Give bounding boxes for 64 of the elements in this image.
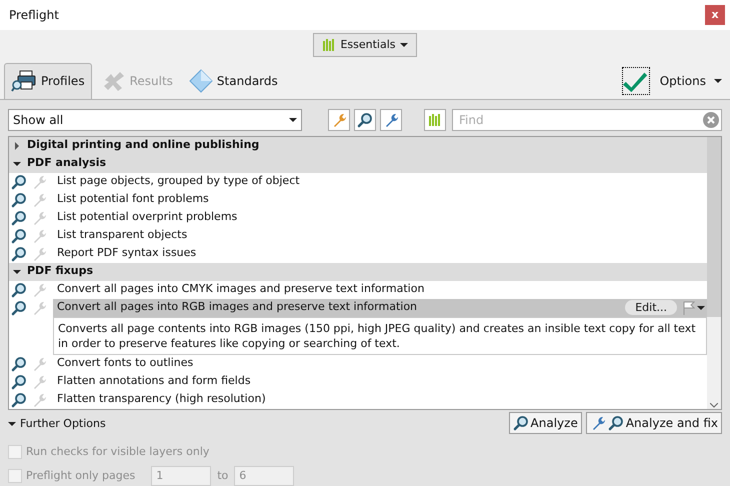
group-header[interactable]: Digital printing and online publishing [9, 136, 707, 154]
magnifier-icon [357, 112, 373, 128]
profile-item[interactable]: Convert all pages into CMYK images and preserve text information [53, 280, 707, 298]
checkmark-icon[interactable] [622, 66, 650, 94]
analyze-fix-button[interactable]: Analyze and fix [586, 412, 722, 434]
magnifier-icon [11, 356, 27, 372]
magnifier-icon [512, 414, 529, 430]
profile-item[interactable]: Convert fonts to outlines [53, 354, 707, 372]
mode-button[interactable]: Essentials [313, 33, 417, 57]
group-header[interactable]: PDF analysis [9, 154, 707, 172]
caret-icon [13, 160, 21, 168]
scroll-down-icon[interactable] [710, 402, 718, 408]
printer-icon [11, 69, 37, 93]
magnifier-icon [11, 210, 27, 226]
caret-icon [289, 116, 297, 124]
profile-description: Converts all page contents into RGB images (150 ppi, high JPEG quality) and creates an insible text copy for all text in order to preserve features like copying or searching of text. [58, 320, 697, 350]
options-button[interactable]: Options [660, 72, 722, 90]
window-title: Preflight [9, 7, 59, 24]
tab[interactable]: Standards [182, 62, 284, 98]
bars-icon [428, 112, 442, 126]
cross-icon [102, 70, 126, 92]
find-field[interactable]: Find [452, 108, 722, 130]
caret-icon [697, 304, 705, 312]
profile-item[interactable]: Flatten transparency (high resolution) [53, 390, 707, 408]
caret-icon [400, 41, 408, 49]
analyze-button[interactable]: Analyze [508, 412, 582, 434]
profile-item[interactable]: List potential overprint problems [53, 208, 707, 226]
filter-dropdown[interactable]: Show all [8, 108, 302, 130]
tab[interactable]: Profiles [4, 62, 92, 98]
magnifier-icon [608, 414, 624, 430]
to-label: to [217, 468, 228, 484]
scrollbar[interactable] [707, 136, 721, 408]
magnifier-icon [11, 192, 27, 208]
diamond-icon [188, 68, 213, 92]
flag-dropdown[interactable] [683, 300, 705, 314]
caret-icon [13, 268, 21, 276]
profile-item[interactable]: List transparent objects [53, 226, 707, 244]
close-button[interactable]: x [705, 5, 725, 25]
caret-icon [714, 76, 722, 84]
magnifier-icon [11, 282, 27, 298]
checkbox-label: Run checks for visible layers only [26, 444, 210, 460]
magnifier-icon [11, 374, 27, 390]
bars-icon [322, 38, 336, 52]
magnifier-icon [11, 392, 27, 408]
profile-item[interactable]: Report PDF syntax issues [53, 244, 707, 262]
flag-icon [683, 300, 695, 314]
profile-item[interactable]: List potential font problems [53, 190, 707, 208]
edit-button[interactable]: Edit... [625, 300, 677, 315]
caret-icon [13, 142, 21, 150]
profile-item[interactable]: List page objects, grouped by type of object [53, 172, 707, 190]
profile-item[interactable]: Convert all pages into RGB images and preserve text information Edit... [53, 298, 707, 316]
checkbox-label: Preflight only pages [26, 468, 136, 484]
search-filter-button[interactable] [354, 108, 376, 130]
group-header[interactable]: PDF fixups [9, 262, 707, 280]
further-options-toggle[interactable]: Further Options [8, 416, 106, 432]
caret-icon [8, 420, 16, 428]
clear-icon[interactable] [703, 112, 719, 128]
fixups-filter-button[interactable] [380, 108, 402, 130]
profile-item[interactable]: Flatten annotations and form fields [53, 372, 707, 390]
magnifier-icon [11, 228, 27, 244]
magnifier-icon [11, 174, 27, 190]
magnifier-icon [11, 300, 27, 316]
magnifier-icon [11, 246, 27, 262]
bars-button[interactable] [424, 108, 446, 130]
